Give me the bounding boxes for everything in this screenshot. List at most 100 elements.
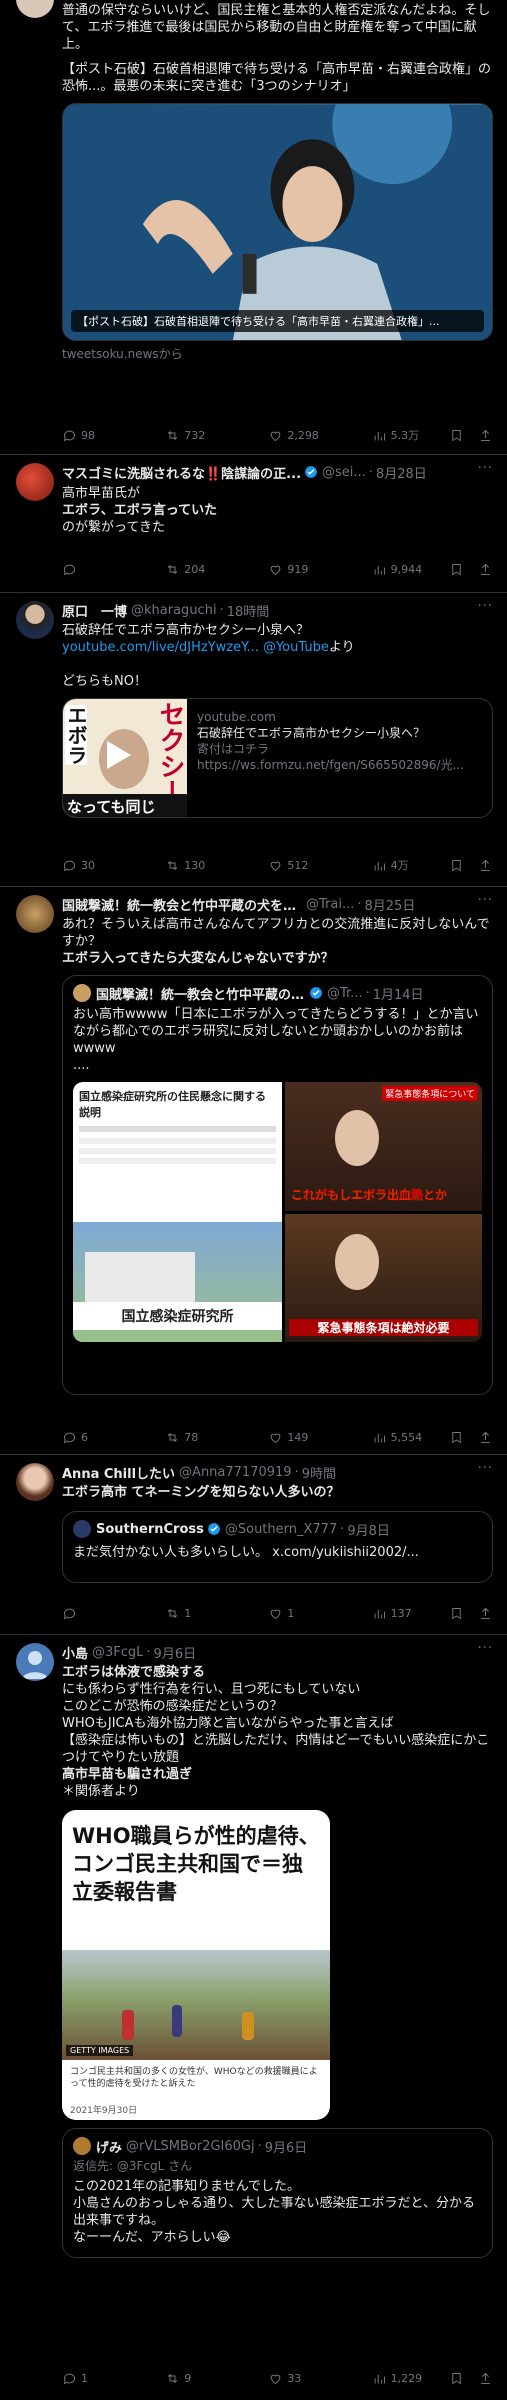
author-handle[interactable]: @Anna77170919: [179, 1465, 292, 1480]
tweet-text: あれ？そういえば高市さんなんてアフリカとの交流推進に反対しないんですか？ エボラ…: [62, 917, 490, 966]
quote-author-handle: @Tr...: [327, 985, 363, 1001]
views-icon: [374, 565, 385, 574]
author-name[interactable]: 小島: [62, 1643, 88, 1662]
quote-tweet[interactable]: 国賊撃滅！統一教会と竹中平蔵の犬... @Tr... · 1月14日 おい高市w…: [62, 975, 493, 1395]
author-handle[interactable]: @3FcgL: [92, 1645, 143, 1660]
views-icon: [374, 861, 385, 870]
timestamp[interactable]: 18時間: [227, 601, 270, 620]
bookmark-icon[interactable]: [449, 562, 464, 577]
avatar[interactable]: [16, 1643, 54, 1681]
card-title: 石破辞任でエボラ高市かセクシー小泉へ？: [197, 726, 426, 740]
bookmark-icon[interactable]: [449, 1430, 464, 1445]
author-name[interactable]: マスゴミに洗脳されるな‼️陰謀論の正...: [62, 463, 301, 482]
tweet-text-quote: 【ポスト石破】石破首相退陣で待ち受ける「高市早苗・右翼連合政権」の恐怖...。最…: [62, 62, 492, 94]
timestamp[interactable]: 8月25日: [365, 895, 416, 914]
views-button[interactable]: 9,944: [372, 562, 449, 577]
retweet-button[interactable]: 204: [165, 562, 268, 577]
author-name[interactable]: 国賊撃滅！統一教会と竹中平蔵の犬を日...: [62, 895, 302, 914]
tweet-5[interactable]: ··· 小島 @3FcgL · 9月6日 エボラは体液で感染する にも係わらず性…: [0, 1635, 507, 2400]
views-icon: [374, 1609, 385, 1618]
retweet-button[interactable]: 78: [165, 1430, 268, 1445]
views-button[interactable]: 5,554: [372, 1430, 449, 1445]
play-icon[interactable]: [107, 741, 131, 769]
heart-icon: [271, 1609, 281, 1619]
reply-button[interactable]: 98: [62, 428, 165, 443]
card-source[interactable]: tweetsoku.newsから: [62, 345, 493, 362]
timestamp[interactable]: 9月6日: [154, 1643, 197, 1662]
reply-button[interactable]: 6: [62, 1430, 165, 1445]
like-button[interactable]: 512: [268, 858, 371, 873]
retweet-icon: [167, 430, 178, 440]
views-button[interactable]: 5.3万: [372, 427, 449, 443]
quote-timestamp: 9月6日: [264, 2140, 308, 2156]
youtube-mention[interactable]: @YouTube: [263, 640, 329, 655]
card-caption: 【ポスト石破】石破首相退陣で待ち受ける「高市早苗・右翼連合政権」...: [71, 310, 484, 332]
quote-image-left: 国立感染症研究所の住民懸念に関する説明 国立感染症研究所: [73, 1082, 282, 1342]
bookmark-icon[interactable]: [449, 1606, 464, 1621]
heart-icon: [271, 861, 281, 871]
bookmark-icon[interactable]: [449, 858, 464, 873]
author-name[interactable]: Anna Chillしたい: [62, 1463, 175, 1482]
views-button[interactable]: 137: [372, 1606, 449, 1621]
link-card[interactable]: 【ポスト石破】石破首相退陣で待ち受ける「高市早苗・右翼連合政権」...: [62, 103, 493, 341]
retweet-icon: [167, 564, 178, 574]
views-button[interactable]: 1,229: [372, 2371, 449, 2386]
retweet-button[interactable]: 1: [165, 1606, 268, 1621]
reply-button[interactable]: 1: [62, 2371, 165, 2386]
tweet-3[interactable]: ··· 国賊撃滅！統一教会と竹中平蔵の犬を日... @Trai... · 8月2…: [0, 887, 507, 1455]
like-button[interactable]: 149: [268, 1430, 371, 1445]
tweet-2[interactable]: ··· 原口 一博 @kharaguchi · 18時間 石破辞任でエボラ高市か…: [0, 593, 507, 887]
author-handle[interactable]: @kharaguchi: [131, 603, 217, 618]
verified-badge-icon: [305, 466, 317, 478]
like-button[interactable]: 919: [268, 562, 371, 577]
youtube-link[interactable]: youtube.com/live/dJHzYwzeY...: [62, 640, 259, 655]
bookmark-icon[interactable]: [449, 2371, 464, 2386]
retweet-icon: [167, 2373, 178, 2383]
article-image[interactable]: WHO職員らが性的虐待、コンゴ民主共和国で＝独立委報告書 GETTY IMAGE…: [62, 1810, 330, 2120]
share-icon[interactable]: [478, 562, 493, 577]
timestamp[interactable]: 8月28日: [376, 463, 427, 482]
reply-button[interactable]: [62, 562, 165, 577]
heart-icon: [271, 565, 281, 575]
tweet-text: 普通の保守ならいいけど、国民主権と基本的人権否定派なんだよね。そして、エボラ推進…: [62, 3, 491, 52]
avatar[interactable]: [16, 895, 54, 933]
retweet-button[interactable]: 732: [165, 428, 268, 443]
quote-tweet[interactable]: げみ @rVLSMBor2GI60Gj · 9月6日 返信先: @3FcgL さ…: [62, 2128, 493, 2258]
bookmark-icon[interactable]: [449, 428, 464, 443]
reply-icon: [63, 2373, 75, 2384]
avatar[interactable]: [16, 0, 54, 18]
share-icon[interactable]: [478, 2371, 493, 2386]
avatar[interactable]: [16, 463, 54, 501]
tweet-4[interactable]: ··· Anna Chillしたい @Anna77170919 · 9時間 エボ…: [0, 1455, 507, 1635]
tweet-0[interactable]: 普通の保守ならいいけど、国民主権と基本的人権否定派なんだよね。そして、エボラ推進…: [0, 0, 507, 455]
youtube-card[interactable]: セクシー エボラ なっても同じ youtube.com 石破辞任でエボラ高市かセ…: [62, 698, 493, 818]
retweet-button[interactable]: 130: [165, 858, 268, 873]
avatar[interactable]: [16, 1463, 54, 1501]
default-avatar-icon: [22, 1651, 48, 1679]
share-icon[interactable]: [478, 1606, 493, 1621]
reply-to: 返信先: @3FcgL さん: [73, 2159, 193, 2173]
avatar[interactable]: [16, 601, 54, 639]
views-button[interactable]: 4万: [372, 857, 449, 873]
tweet-1[interactable]: ··· マスゴミに洗脳されるな‼️陰謀論の正... @sei... · 8月28…: [0, 455, 507, 593]
timestamp[interactable]: 9時間: [302, 1463, 336, 1482]
retweet-button[interactable]: 9: [165, 2371, 268, 2386]
like-button[interactable]: 1: [268, 1606, 371, 1621]
reply-icon: [63, 430, 75, 441]
quote-author-handle: @Southern_X777: [224, 1521, 338, 1537]
news-photo: [63, 104, 492, 340]
quote-tweet[interactable]: SouthernCross @Southern_X777 · 9月8日 まだ気付…: [62, 1511, 493, 1583]
like-button[interactable]: 2,298: [268, 428, 371, 443]
reply-button[interactable]: 30: [62, 858, 165, 873]
reply-icon: [63, 860, 75, 871]
author-name[interactable]: 原口 一博: [62, 601, 127, 620]
article-caption: コンゴ民主共和国の多くの女性が、WHOなどの救援職員によって性的虐待を受けたと訴…: [70, 2067, 318, 2089]
reply-icon: [63, 564, 75, 575]
author-handle[interactable]: @Trai...: [306, 897, 354, 912]
author-handle[interactable]: @sei...: [322, 465, 366, 480]
like-button[interactable]: 33: [268, 2371, 371, 2386]
reply-button[interactable]: [62, 1606, 165, 1621]
share-icon[interactable]: [478, 1430, 493, 1445]
share-icon[interactable]: [478, 858, 493, 873]
share-icon[interactable]: [478, 428, 493, 443]
